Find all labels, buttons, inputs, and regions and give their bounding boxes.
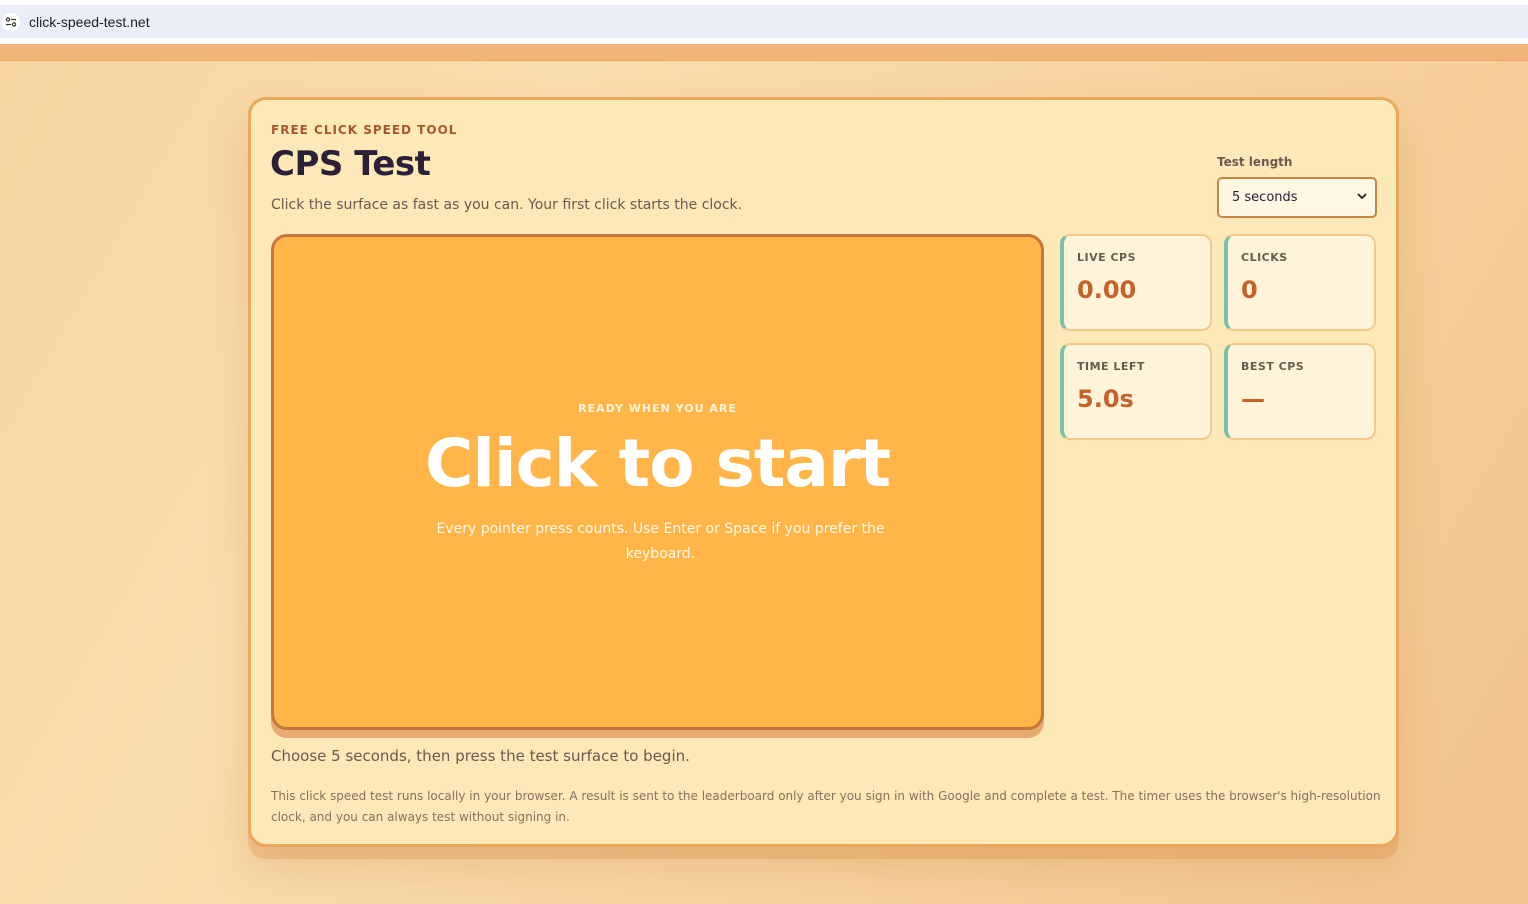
chevron-down-icon	[1357, 192, 1367, 203]
test-length-value: 5 seconds	[1232, 190, 1298, 205]
stat-best-cps: BEST CPS —	[1224, 343, 1376, 440]
browser-address-bar: click-speed-test.net	[0, 0, 1528, 44]
stat-live-cps: LIVE CPS 0.00	[1060, 234, 1212, 331]
stat-label: BEST CPS	[1241, 360, 1305, 373]
test-length-select[interactable]: 5 seconds	[1217, 177, 1377, 218]
stat-value: 0.00	[1077, 276, 1137, 304]
top-strip	[0, 44, 1528, 61]
page-subtitle: Click the surface as fast as you can. Yo…	[271, 197, 743, 213]
status-message: Choose 5 seconds, then press the test su…	[271, 747, 690, 765]
stat-time-left: TIME LEFT 5.0s	[1060, 343, 1212, 440]
url-text[interactable]: click-speed-test.net	[29, 14, 150, 30]
stat-value: —	[1241, 385, 1265, 413]
stat-label: LIVE CPS	[1077, 251, 1137, 264]
eyebrow-label: FREE CLICK SPEED TOOL	[271, 123, 458, 137]
privacy-footnote: This click speed test runs locally in yo…	[271, 789, 1381, 824]
site-settings-icon[interactable]	[2, 12, 20, 31]
cps-card: FREE CLICK SPEED TOOL CPS Test Click the…	[248, 97, 1399, 847]
address-field[interactable]: click-speed-test.net	[0, 5, 1528, 38]
stat-label: TIME LEFT	[1077, 360, 1145, 373]
surface-headline: Click to start	[424, 425, 891, 502]
click-surface[interactable]: READY WHEN YOU ARE Click to start Every …	[271, 234, 1044, 730]
surface-hint: Every pointer press counts. Use Enter or…	[436, 521, 885, 562]
page-title: CPS Test	[270, 144, 431, 184]
surface-eyebrow: READY WHEN YOU ARE	[578, 402, 737, 415]
stat-clicks: CLICKS 0	[1224, 234, 1376, 331]
stat-value: 5.0s	[1077, 385, 1134, 413]
stat-value: 0	[1241, 276, 1258, 304]
stat-label: CLICKS	[1241, 251, 1288, 264]
test-length-label: Test length	[1217, 155, 1293, 169]
